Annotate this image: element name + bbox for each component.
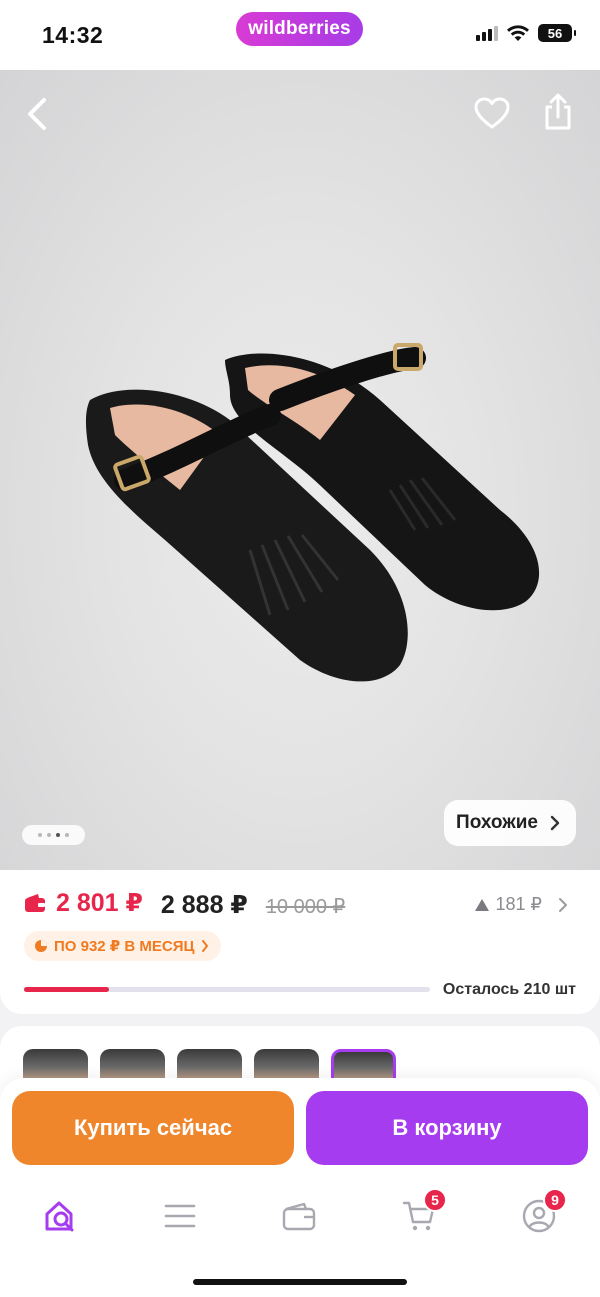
triangle-up-icon [474, 898, 489, 911]
menu-icon [164, 1204, 196, 1228]
chevron-right-icon [550, 815, 560, 831]
wifi-icon [507, 25, 529, 41]
tab-catalog[interactable] [150, 1194, 210, 1238]
wallet-icon [282, 1202, 316, 1231]
status-time: 14:32 [42, 22, 104, 48]
wallet-price[interactable]: 2 801 ₽ [24, 888, 143, 918]
price-rise-value: 181 ₽ [495, 894, 543, 914]
home-indicator [193, 1279, 407, 1285]
wallet-icon [25, 894, 45, 912]
heart-icon [474, 97, 510, 129]
share-button[interactable] [536, 90, 580, 134]
buy-now-button[interactable]: Купить сейчас [12, 1091, 294, 1165]
product-photo [85, 343, 540, 682]
wallet-price-value: 2 801 ₽ [56, 889, 143, 917]
back-button[interactable] [20, 94, 56, 134]
old-price: 10 000 ₽ [265, 896, 346, 918]
tab-cart[interactable]: 5 [389, 1188, 449, 1238]
battery-icon: 56 [538, 24, 576, 42]
profile-badge: 9 [543, 1188, 567, 1212]
product-gallery[interactable]: Похожие [0, 70, 600, 870]
favorite-button[interactable] [472, 94, 512, 134]
cellular-signal-icon [476, 25, 498, 41]
add-to-cart-button[interactable]: В корзину [306, 1091, 588, 1165]
stock-progress-bar [24, 987, 430, 992]
home-search-icon [45, 1201, 74, 1232]
similar-label: Похожие [456, 812, 538, 833]
price-history-link[interactable]: 181 ₽ [474, 894, 569, 915]
product-page: 14:32 wildberries 56 Похожие 2 801 ₽ 2 8… [0, 0, 600, 1297]
chevron-right-icon [201, 940, 208, 952]
chevron-left-icon [28, 98, 46, 130]
share-icon [545, 93, 571, 130]
tab-profile[interactable]: 9 [509, 1188, 569, 1238]
status-bar: 14:32 wildberries 56 [0, 0, 600, 70]
installment-badge[interactable]: ПО 932 ₽ В МЕСЯЦ [24, 931, 221, 961]
price-card: 2 801 ₽ 2 888 ₽ 10 000 ₽ 181 ₽ ПО 932 ₽ … [0, 870, 600, 1014]
action-bar: Купить сейчас В корзину [0, 1078, 600, 1186]
status-icons: 56 [476, 24, 576, 42]
tab-search[interactable] [30, 1194, 90, 1238]
installment-text: ПО 932 ₽ В МЕСЯЦ [54, 938, 195, 955]
stock-progress-fill [24, 987, 110, 992]
stock-remaining: Осталось 210 шт [442, 981, 576, 998]
tab-bar: 5 9 [0, 1186, 600, 1297]
pie-chart-icon [35, 940, 47, 952]
gallery-pagination [22, 825, 85, 845]
chevron-right-icon [559, 897, 567, 912]
tab-wallet[interactable] [269, 1194, 329, 1238]
card-price: 2 888 ₽ [160, 891, 248, 919]
price-row: 2 801 ₽ 2 888 ₽ 10 000 ₽ [24, 888, 345, 920]
brand-logo[interactable]: wildberries [236, 12, 363, 46]
cart-badge: 5 [423, 1188, 447, 1212]
similar-button[interactable]: Похожие [444, 800, 576, 846]
